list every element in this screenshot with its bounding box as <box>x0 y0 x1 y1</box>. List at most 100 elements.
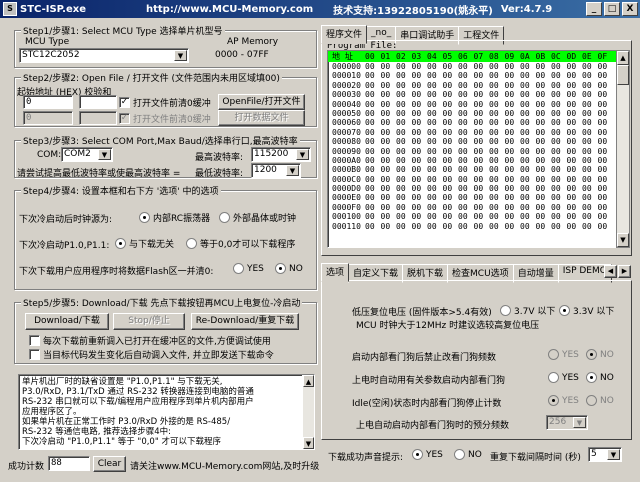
hex-row[interactable]: 0000C0 00 00 00 00 00 00 00 00 00 00 00 00 00 00 00 00 <box>328 175 617 184</box>
hex-cell[interactable]: 00 <box>412 203 428 212</box>
hex-cell[interactable]: 00 <box>427 147 443 156</box>
hex-cell[interactable]: 00 <box>412 137 428 146</box>
hex-cell[interactable]: 00 <box>582 62 598 71</box>
p1-zero-radio[interactable]: 等于0,0才可以下载程序 <box>186 237 295 250</box>
hex-cell[interactable]: 00 <box>427 71 443 80</box>
hex-cell[interactable]: 00 <box>381 137 397 146</box>
hex-cell[interactable]: 00 <box>505 71 521 80</box>
hex-cell[interactable]: 00 <box>567 156 583 165</box>
hex-cell[interactable]: 00 <box>598 193 614 202</box>
hex-cell[interactable]: 00 <box>582 147 598 156</box>
hex-cell[interactable]: 00 <box>536 81 552 90</box>
hex-cell[interactable]: 00 <box>582 193 598 202</box>
hex-cell[interactable]: 00 <box>381 62 397 71</box>
maximize-button[interactable]: □ <box>604 2 620 16</box>
hex-cell[interactable]: 00 <box>489 184 505 193</box>
hex-cell[interactable]: 00 <box>458 212 474 221</box>
hex-cell[interactable]: 00 <box>412 109 428 118</box>
hex-cell[interactable]: 00 <box>396 193 412 202</box>
hex-cell[interactable]: 00 <box>489 165 505 174</box>
hex-cell[interactable]: 00 <box>536 165 552 174</box>
hex-cell[interactable]: 00 <box>365 81 381 90</box>
hex-cell[interactable]: 00 <box>427 193 443 202</box>
hex-cell[interactable]: 00 <box>381 165 397 174</box>
hex-cell[interactable]: 00 <box>520 62 536 71</box>
p1-unrelated-radio[interactable]: 与下载无关 <box>115 237 174 250</box>
hex-cell[interactable]: 00 <box>567 71 583 80</box>
hex-cell[interactable]: 00 <box>396 184 412 193</box>
wdt-power-yes-radio[interactable]: YES <box>548 372 579 383</box>
hex-row[interactable]: 000060 00 00 00 00 00 00 00 00 00 00 00 00 00 00 00 00 <box>328 118 617 127</box>
hex-cell[interactable]: 00 <box>427 109 443 118</box>
download-button[interactable]: Download/下载 <box>25 313 109 330</box>
hex-cell[interactable]: 00 <box>365 156 381 165</box>
hex-cell[interactable]: 00 <box>536 222 552 231</box>
hex-cell[interactable]: 00 <box>458 184 474 193</box>
hex-cell[interactable]: 00 <box>598 165 614 174</box>
hex-cell[interactable]: 00 <box>474 193 490 202</box>
hex-cell[interactable]: 00 <box>520 156 536 165</box>
hex-cell[interactable]: 00 <box>489 222 505 231</box>
hex-cell[interactable]: 00 <box>381 212 397 221</box>
hex-cell[interactable]: 00 <box>536 118 552 127</box>
hex-cell[interactable]: 00 <box>536 193 552 202</box>
hex-cell[interactable]: 00 <box>598 212 614 221</box>
hex-cell[interactable]: 00 <box>551 109 567 118</box>
hex-cell[interactable]: 00 <box>536 137 552 146</box>
hex-cell[interactable]: 00 <box>474 109 490 118</box>
com-port-select[interactable]: COM2 ▼ <box>61 147 113 162</box>
hex-cell[interactable]: 00 <box>474 71 490 80</box>
hex-cell[interactable]: 00 <box>598 128 614 137</box>
lvd-33-radio[interactable]: 3.3V 以下 <box>559 304 614 317</box>
sound-yes-radio[interactable]: YES <box>412 449 443 460</box>
hex-cell[interactable]: 00 <box>536 128 552 137</box>
hex-cell[interactable]: 00 <box>505 165 521 174</box>
hex-cell[interactable]: 00 <box>365 193 381 202</box>
hex-row[interactable]: 0000F0 00 00 00 00 00 00 00 00 00 00 00 00 00 00 00 00 <box>328 203 617 212</box>
mcu-type-select[interactable]: STC12C2052 ▼ <box>19 48 189 63</box>
hex-cell[interactable]: 00 <box>427 156 443 165</box>
checksum-input[interactable] <box>79 95 117 109</box>
hex-cell[interactable]: 00 <box>567 184 583 193</box>
close-button[interactable]: X <box>622 2 638 16</box>
hex-cell[interactable]: 00 <box>365 222 381 231</box>
hex-cell[interactable]: 00 <box>582 71 598 80</box>
hex-cell[interactable]: 00 <box>505 118 521 127</box>
hex-cell[interactable]: 00 <box>365 165 381 174</box>
hex-cell[interactable]: 00 <box>474 175 490 184</box>
hex-cell[interactable]: 00 <box>474 137 490 146</box>
hex-cell[interactable]: 00 <box>536 109 552 118</box>
hex-cell[interactable]: 00 <box>489 100 505 109</box>
hex-cell[interactable]: 00 <box>365 184 381 193</box>
hex-cell[interactable]: 00 <box>381 118 397 127</box>
hex-cell[interactable]: 00 <box>412 156 428 165</box>
hex-cell[interactable]: 00 <box>412 212 428 221</box>
hex-cell[interactable]: 00 <box>474 156 490 165</box>
hex-cell[interactable]: 00 <box>458 71 474 80</box>
hex-cell[interactable]: 00 <box>427 137 443 146</box>
hex-cell[interactable]: 00 <box>505 128 521 137</box>
hex-cell[interactable]: 00 <box>551 118 567 127</box>
hex-cell[interactable]: 00 <box>582 222 598 231</box>
start-address-input[interactable]: 0 <box>23 95 73 109</box>
hex-cell[interactable]: 00 <box>458 100 474 109</box>
hex-cell[interactable]: 00 <box>536 71 552 80</box>
hex-cell[interactable]: 00 <box>489 90 505 99</box>
hex-cell[interactable]: 00 <box>458 128 474 137</box>
hex-row[interactable]: 000000 00 00 00 00 00 00 00 00 00 00 00 00 00 00 00 00 <box>328 62 617 71</box>
hex-cell[interactable]: 00 <box>505 62 521 71</box>
hex-cell[interactable]: 00 <box>582 100 598 109</box>
hex-grid[interactable]: 地 址 00 01 02 03 04 05 06 07 08 09 0A 0B 0C 0D 0E 0F 000… <box>327 50 618 248</box>
hex-cell[interactable]: 00 <box>505 212 521 221</box>
hex-cell[interactable]: 00 <box>567 128 583 137</box>
hex-cell[interactable]: 00 <box>381 109 397 118</box>
hex-cell[interactable]: 00 <box>567 212 583 221</box>
hex-cell[interactable]: 00 <box>489 203 505 212</box>
hex-cell[interactable]: 00 <box>536 203 552 212</box>
hex-cell[interactable]: 00 <box>443 175 459 184</box>
hex-cell[interactable]: 00 <box>536 62 552 71</box>
hex-cell[interactable]: 00 <box>381 71 397 80</box>
hex-cell[interactable]: 00 <box>520 184 536 193</box>
hex-cell[interactable]: 00 <box>427 100 443 109</box>
hex-cell[interactable]: 00 <box>536 147 552 156</box>
